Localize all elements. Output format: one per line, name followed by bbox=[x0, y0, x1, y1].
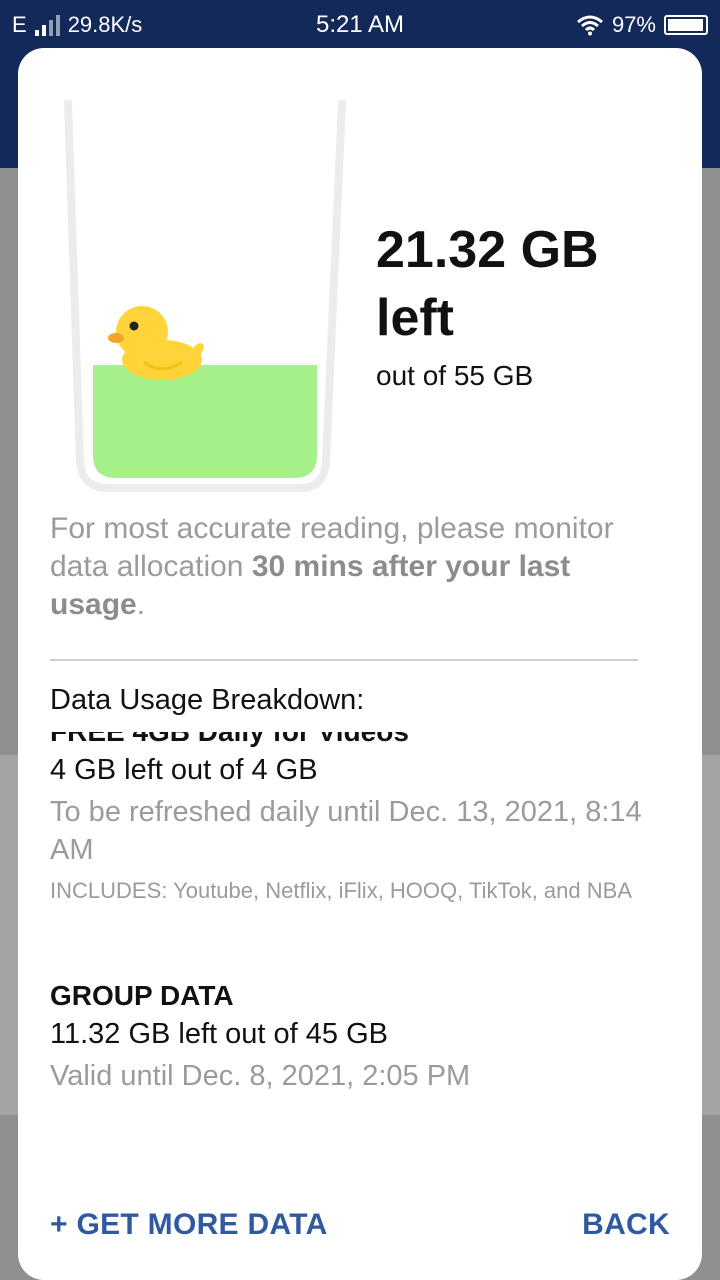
item-amount: 11.32 GB left out of 45 GB bbox=[50, 1018, 389, 1050]
data-balance-dialog: 21.32 GB left out of 55 GB For most accu… bbox=[18, 48, 702, 1280]
data-remaining-suffix: left bbox=[376, 289, 454, 347]
item-validity: To be refreshed daily until Dec. 13, 202… bbox=[50, 796, 642, 866]
dialog-actions: + GET MORE DATA BACK bbox=[50, 1208, 670, 1242]
divider bbox=[50, 659, 638, 661]
wifi-icon bbox=[576, 15, 603, 36]
status-right: 97% bbox=[576, 12, 708, 38]
item-validity: Valid until Dec. 8, 2021, 2:05 PM bbox=[50, 1060, 471, 1092]
data-remaining-amount: 21.32 GB bbox=[376, 221, 599, 279]
list-item-group-data: GROUP DATA 11.32 GB left out of 45 GB Va… bbox=[50, 980, 650, 1095]
breakdown-list[interactable]: FREE 4GB Daily for Videos 4 GB left out … bbox=[18, 732, 702, 1152]
glass-liquid bbox=[93, 365, 317, 478]
back-button[interactable]: BACK bbox=[582, 1208, 670, 1242]
data-remaining: 21.32 GB left bbox=[376, 216, 599, 352]
note-end: . bbox=[136, 588, 146, 621]
status-bar: E 29.8K/s 5:21 AM 97% bbox=[0, 0, 720, 50]
item-includes: INCLUDES: Youtube, Netflix, iFlix, HOOQ,… bbox=[50, 878, 632, 903]
battery-icon bbox=[664, 15, 708, 35]
get-more-data-button[interactable]: + GET MORE DATA bbox=[50, 1208, 328, 1242]
accuracy-note: For most accurate reading, please monito… bbox=[50, 510, 660, 624]
data-total: out of 55 GB bbox=[376, 360, 534, 391]
data-glass-illustration bbox=[64, 100, 346, 492]
item-title: FREE 4GB Daily for Videos bbox=[50, 732, 650, 748]
list-item-free-videos: FREE 4GB Daily for Videos 4 GB left out … bbox=[50, 732, 650, 905]
battery-percent: 97% bbox=[611, 12, 656, 37]
item-amount: 4 GB left out of 4 GB bbox=[50, 754, 318, 786]
item-title: GROUP DATA bbox=[50, 980, 234, 1011]
breakdown-title: Data Usage Breakdown: bbox=[50, 684, 365, 716]
